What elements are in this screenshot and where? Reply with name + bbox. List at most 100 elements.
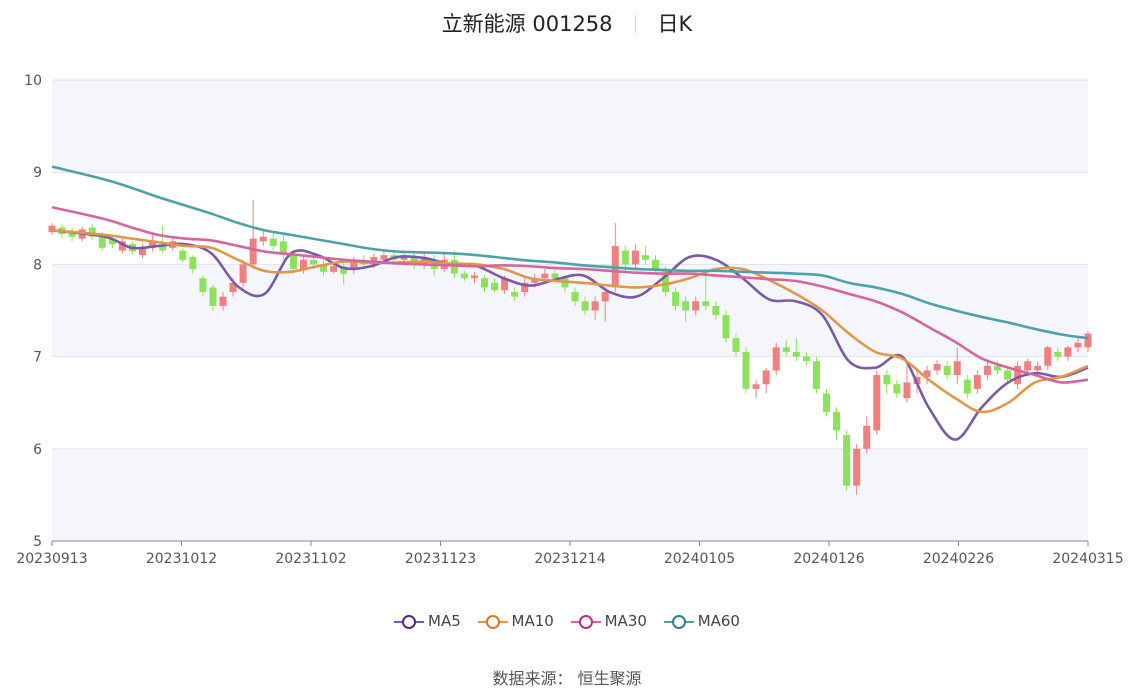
- candle-body: [511, 292, 519, 297]
- candle-body: [933, 363, 941, 371]
- candle-body: [893, 384, 901, 394]
- candle-body: [853, 448, 861, 486]
- candle-body: [822, 393, 830, 412]
- candle-body: [1084, 333, 1092, 348]
- candle-body: [672, 292, 680, 306]
- candle-body: [863, 425, 871, 449]
- candle-body: [1064, 347, 1072, 357]
- candle-body: [189, 257, 197, 270]
- candle-body: [792, 351, 800, 357]
- y-tick-label: 7: [33, 350, 42, 366]
- candle-body: [541, 273, 549, 279]
- legend-ma10-swatch-icon: [477, 615, 508, 629]
- grid-band: [52, 264, 1088, 357]
- x-tick-label: 20240226: [923, 551, 994, 567]
- legend-ma5-swatch-icon: [394, 615, 424, 629]
- x-tick-label: 20231102: [275, 551, 346, 567]
- candle-body: [702, 301, 710, 306]
- candle-body: [682, 301, 690, 311]
- candle-body: [179, 250, 187, 260]
- candle-body: [903, 382, 911, 399]
- x-tick-label: 20240126: [793, 551, 864, 567]
- candle-body: [219, 296, 227, 306]
- candle-body: [310, 259, 318, 265]
- candle-body: [1044, 347, 1052, 366]
- candle-body: [1054, 351, 1062, 357]
- candle-body: [289, 255, 297, 270]
- x-tick-label: 20230913: [16, 551, 87, 567]
- candle-body: [491, 282, 499, 291]
- candle-body: [812, 361, 820, 389]
- candle-body: [460, 273, 468, 279]
- y-tick-label: 6: [33, 442, 42, 458]
- candle-body: [722, 315, 730, 339]
- candle-body: [782, 347, 790, 352]
- candle-body: [732, 338, 740, 352]
- candle-body: [752, 384, 760, 389]
- candle-body: [199, 278, 207, 293]
- x-tick-label: 20240315: [1052, 551, 1123, 567]
- candle-body: [621, 250, 629, 265]
- candle-body: [943, 365, 951, 376]
- candle-body: [249, 238, 257, 265]
- legend-label-ma30: MA30: [604, 612, 647, 630]
- candle-body: [330, 266, 338, 272]
- grid-band: [52, 448, 1088, 541]
- candle-body: [601, 292, 609, 302]
- candle-body: [470, 275, 478, 279]
- legend: MA5 MA10 MA30 MA60: [0, 612, 1134, 630]
- y-tick-label: 10: [24, 73, 42, 89]
- x-tick-label: 20231123: [405, 551, 476, 567]
- candle-body: [209, 287, 217, 306]
- candle-body: [983, 365, 991, 376]
- candle-body: [269, 238, 277, 246]
- legend-ma60-swatch-icon: [663, 615, 694, 629]
- legend-label-ma10: MA10: [511, 612, 554, 630]
- candle-body: [772, 347, 780, 371]
- candle-body: [802, 356, 810, 362]
- candle-body: [833, 411, 841, 431]
- candle-body: [481, 278, 489, 288]
- candle-body: [581, 301, 589, 311]
- candle-body: [299, 259, 307, 270]
- legend-label-ma5: MA5: [428, 612, 461, 630]
- candle-body: [1024, 361, 1032, 371]
- candle-body: [973, 375, 981, 389]
- legend-item-ma30[interactable]: MA30: [570, 612, 647, 630]
- grid-band: [52, 80, 1088, 173]
- candle-body: [631, 250, 639, 265]
- candle-body: [641, 255, 649, 260]
- candle-body: [953, 361, 961, 376]
- candle-body: [883, 375, 891, 385]
- y-tick-label: 5: [33, 534, 42, 550]
- x-tick-label: 20231214: [534, 551, 605, 567]
- legend-ma30-swatch-icon: [570, 615, 601, 629]
- x-tick-label: 20231012: [146, 551, 217, 567]
- y-tick-label: 8: [33, 257, 42, 273]
- candle-body: [692, 301, 700, 311]
- candle-body: [259, 236, 267, 242]
- candle-body: [239, 264, 247, 283]
- candle-body: [742, 351, 750, 389]
- x-tick-label: 20240105: [664, 551, 735, 567]
- candle-body: [963, 379, 971, 394]
- legend-item-ma5[interactable]: MA5: [394, 612, 461, 630]
- candle-body: [651, 259, 659, 270]
- candle-body: [1034, 365, 1042, 371]
- candle-body: [843, 434, 851, 486]
- candle-body: [551, 273, 559, 279]
- candle-body: [571, 292, 579, 302]
- legend-label-ma60: MA60: [697, 612, 740, 630]
- candle-body: [993, 365, 1001, 371]
- legend-item-ma10[interactable]: MA10: [477, 612, 554, 630]
- candle-body: [712, 305, 720, 316]
- legend-item-ma60[interactable]: MA60: [663, 612, 740, 630]
- candle-body: [1004, 370, 1012, 380]
- candle-body: [762, 370, 770, 385]
- data-source-note: 数据来源： 恒生聚源: [492, 669, 642, 688]
- candle-body: [1074, 342, 1082, 348]
- y-tick-label: 9: [33, 165, 42, 181]
- candle-body: [873, 375, 881, 431]
- candle-body: [591, 301, 599, 311]
- kline-chart: 5 6 7 8 9 10 20230913 20231012 20231102 20231123 2…: [16, 73, 1123, 567]
